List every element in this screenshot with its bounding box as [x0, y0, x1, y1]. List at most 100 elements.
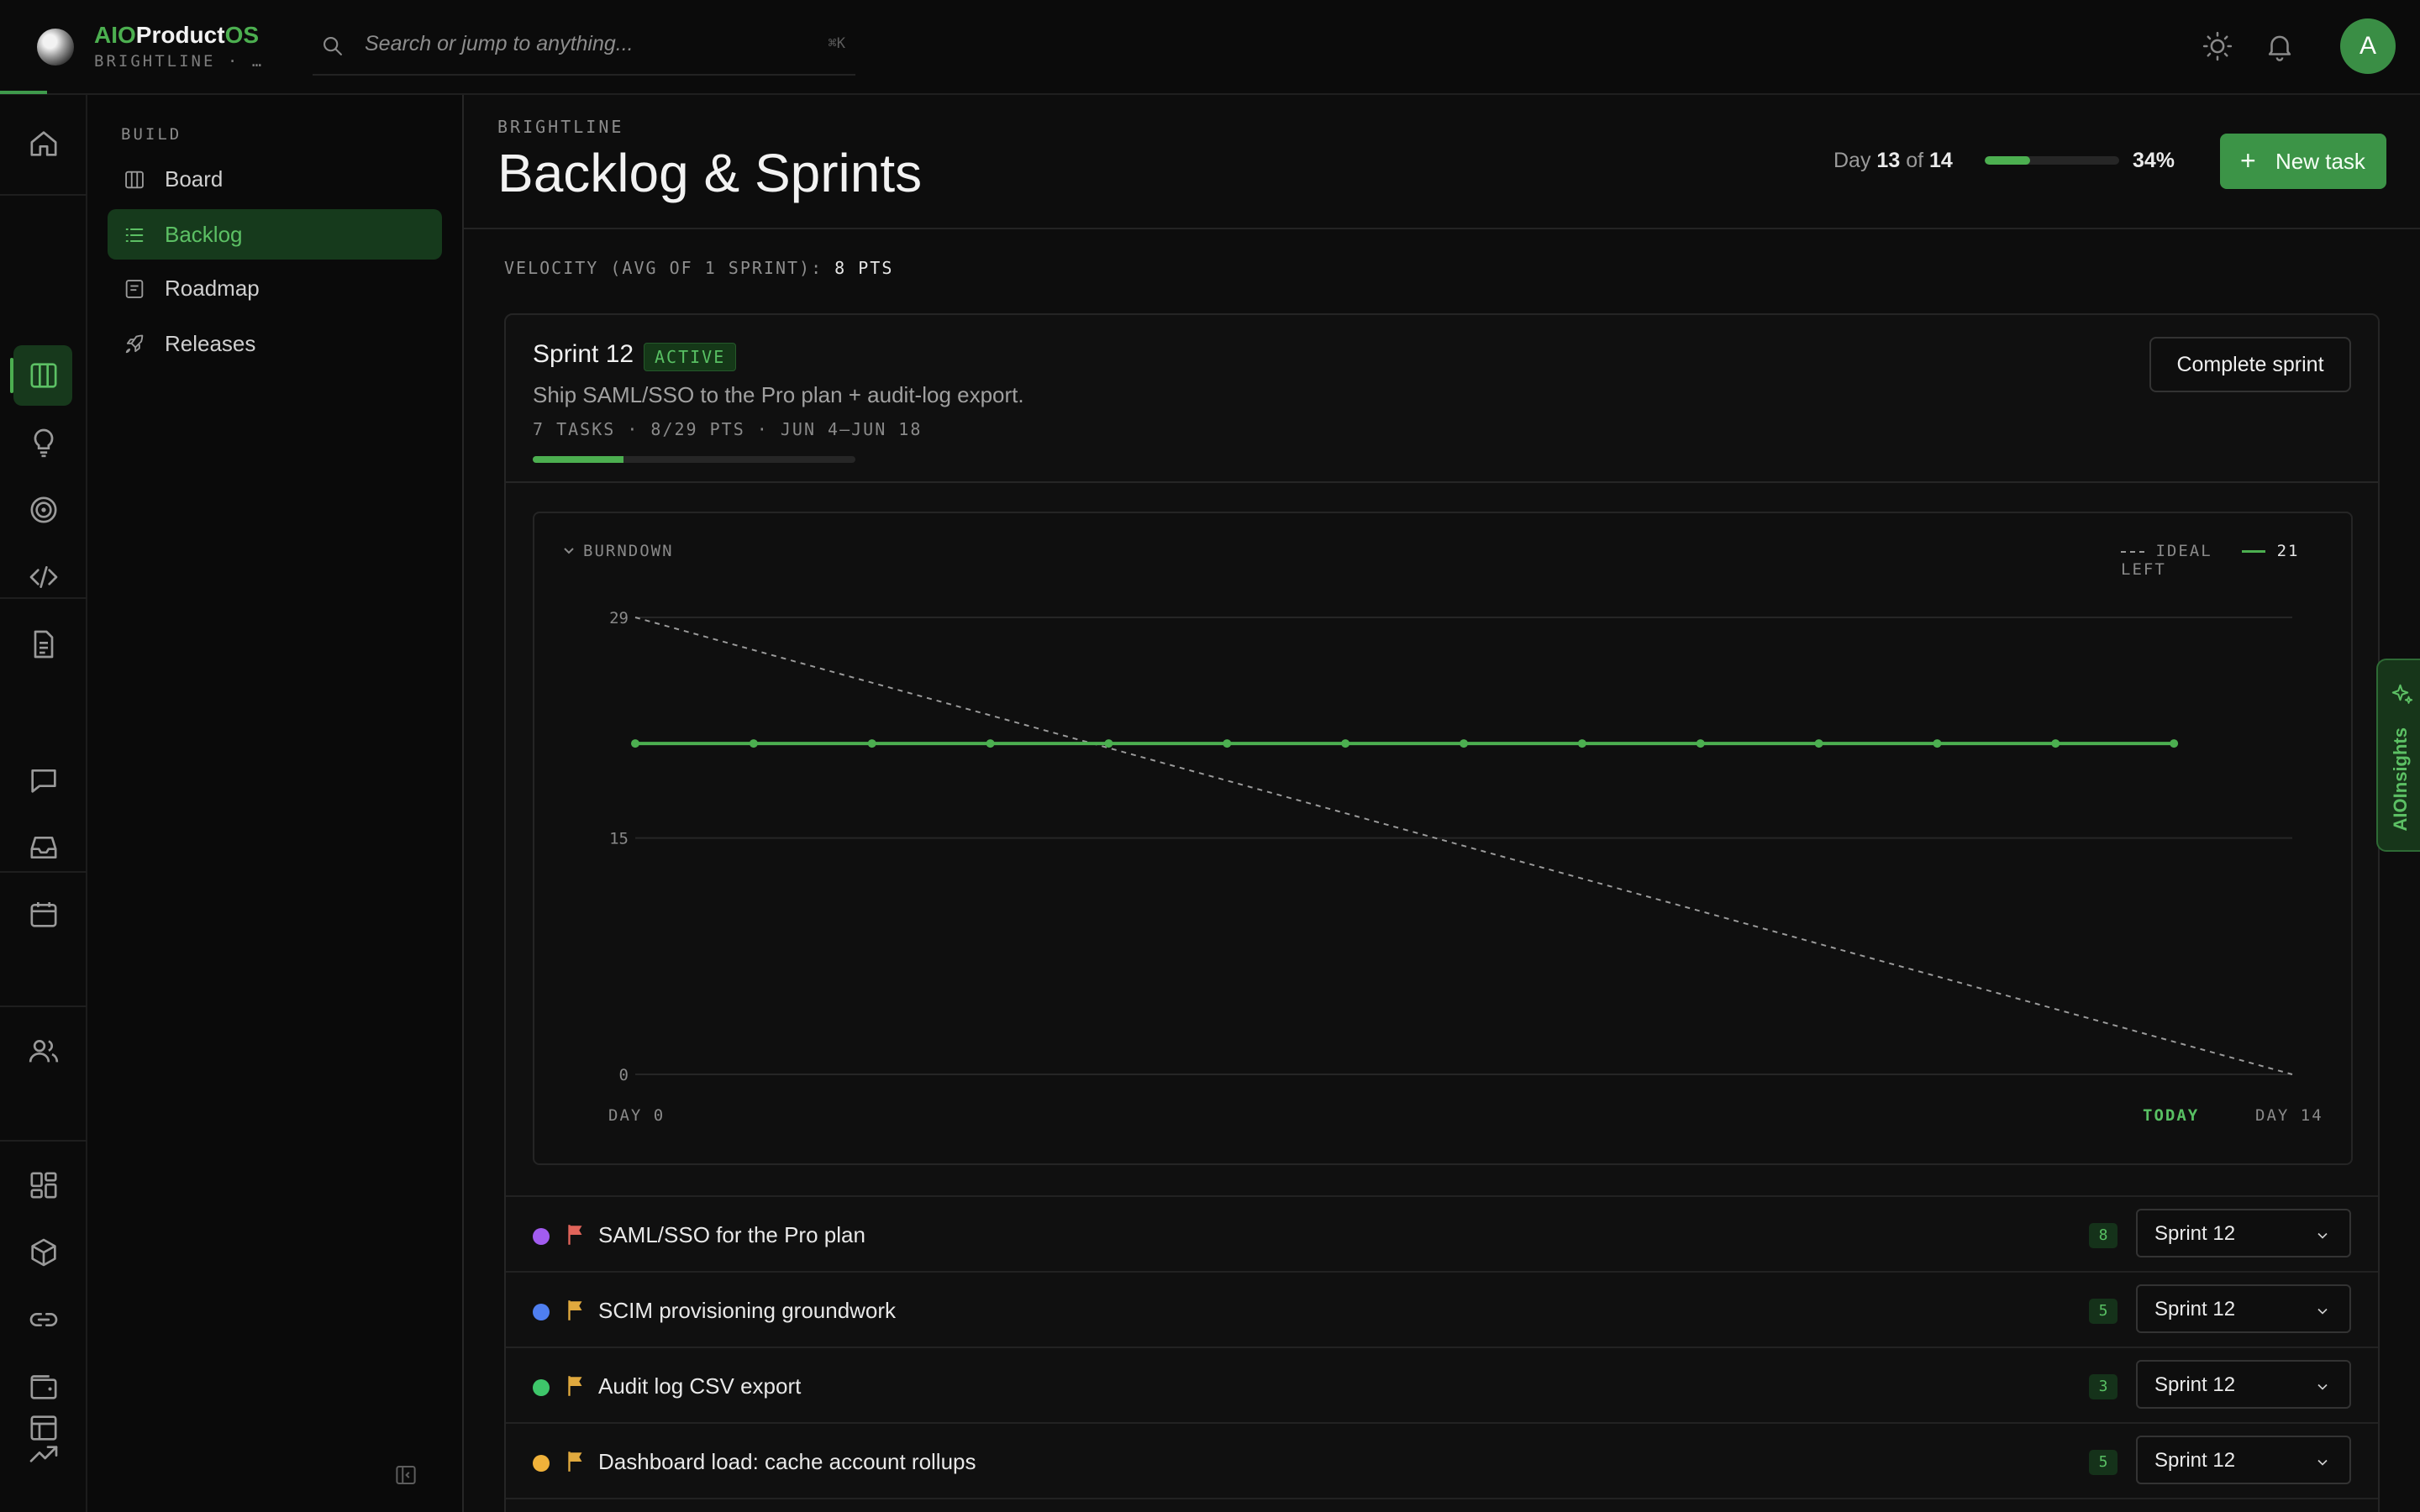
sidebar-item-label: Releases	[165, 331, 256, 356]
actual-point[interactable]	[1814, 739, 1823, 748]
sprint-select[interactable]: Sprint 12	[2136, 1209, 2351, 1257]
actual-point[interactable]	[1104, 739, 1113, 748]
sidebar-item-label: Roadmap	[165, 276, 260, 301]
actual-point[interactable]	[2170, 739, 2179, 748]
actual-point[interactable]	[1933, 739, 1942, 748]
burndown-legend: IDEAL 21 LEFT	[2121, 542, 2351, 579]
legend-ideal-label: IDEAL	[2155, 542, 2212, 560]
user-avatar[interactable]: A	[2340, 18, 2396, 74]
priority-flag-icon[interactable]	[565, 1449, 587, 1474]
priority-flag-icon[interactable]	[565, 1222, 587, 1247]
collapse-sidebar-icon[interactable]	[393, 1462, 418, 1488]
sprint-select-value: Sprint 12	[2154, 1449, 2236, 1472]
theme-toggle-icon[interactable]	[2202, 30, 2233, 62]
task-type-dot	[533, 1455, 550, 1472]
legend-actual-label: LEFT	[2121, 560, 2166, 579]
actual-point[interactable]	[986, 739, 995, 748]
link-icon[interactable]	[27, 1303, 60, 1336]
page-title: Backlog & Sprints	[497, 143, 923, 203]
org-switcher[interactable]: BRIGHTLINE · BRIGHTLINE	[94, 52, 271, 71]
complete-sprint-button[interactable]: Complete sprint	[2149, 337, 2351, 392]
sidebar-item-roadmap[interactable]: Roadmap	[108, 263, 442, 313]
app-name-prefix: AIO	[94, 22, 136, 48]
home-icon[interactable]	[27, 127, 60, 160]
legend-actual-swatch	[2242, 550, 2266, 553]
priority-flag-icon[interactable]	[565, 1373, 587, 1399]
task-row[interactable]: Dashboard load: cache account rollups 5 …	[506, 1422, 2378, 1498]
actual-point[interactable]	[1223, 739, 1232, 748]
code-icon[interactable]	[27, 560, 60, 594]
chevron-down-icon	[2317, 1232, 2328, 1239]
sprint-name[interactable]: Sprint 12	[533, 340, 634, 369]
sprint-time-progress	[1985, 156, 2119, 165]
task-type-dot	[533, 1379, 550, 1396]
sidebar-item-backlog[interactable]: Backlog	[108, 209, 442, 260]
sprint-points-progress-fill	[533, 456, 623, 463]
actual-point[interactable]	[2051, 739, 2060, 748]
inbox-icon[interactable]	[27, 831, 60, 864]
sidebar-item-releases[interactable]: Releases	[108, 318, 442, 369]
dashboard-icon[interactable]	[27, 1168, 60, 1202]
chevron-down-icon	[2317, 1459, 2328, 1466]
actual-point[interactable]	[1341, 739, 1350, 748]
sidebar-item-label: Board	[165, 166, 224, 192]
story-points-badge: 3	[2089, 1374, 2118, 1399]
calendar-icon[interactable]	[27, 898, 60, 932]
priority-flag-icon[interactable]	[565, 1298, 587, 1323]
task-row[interactable]: Audit log CSV export 3 Sprint 12	[506, 1347, 2378, 1422]
actual-point[interactable]	[631, 739, 639, 748]
burndown-chart: 0 15 29 BURNDOWN IDEAL 21 LEFT DAY 0 TODAY…	[533, 512, 2353, 1165]
app-logo[interactable]	[37, 29, 74, 66]
sprint-select[interactable]: Sprint 12	[2136, 1360, 2351, 1409]
task-title[interactable]: SAML/SSO for the Pro plan	[598, 1222, 865, 1248]
document-icon[interactable]	[27, 627, 60, 661]
task-row[interactable]: SAML/SSO for the Pro plan 8 Sprint 12	[506, 1195, 2378, 1271]
y-tick-label: 0	[619, 1066, 629, 1084]
sprint-select[interactable]: Sprint 12	[2136, 1284, 2351, 1333]
task-title[interactable]: Dashboard load: cache account rollups	[598, 1449, 976, 1475]
cube-icon[interactable]	[27, 1236, 60, 1269]
actual-point[interactable]	[867, 739, 876, 748]
y-tick-label: 15	[609, 830, 629, 848]
users-icon[interactable]	[27, 1034, 60, 1068]
build-board-icon[interactable]	[27, 359, 60, 392]
sidebar: BUILD Board Backlog Roadmap Releases	[87, 95, 464, 1512]
task-title[interactable]: SCIM provisioning groundwork	[598, 1298, 896, 1324]
target-icon[interactable]	[27, 493, 60, 527]
burndown-toggle[interactable]: BURNDOWN	[583, 542, 674, 560]
chat-icon[interactable]	[27, 764, 60, 797]
task-title[interactable]: Audit log CSV export	[598, 1373, 801, 1399]
story-points-badge: 5	[2089, 1299, 2118, 1324]
rocket-icon	[125, 334, 144, 354]
new-task-label: New task	[2275, 149, 2365, 174]
sprint-goal: Ship SAML/SSO to the Pro plan + audit-lo…	[533, 382, 1024, 407]
actual-point[interactable]	[1577, 739, 1586, 748]
wallet-icon[interactable]	[27, 1370, 60, 1404]
legend-ideal-swatch	[2121, 550, 2144, 553]
sidebar-item-board[interactable]: Board	[108, 154, 442, 204]
table-icon[interactable]	[27, 1411, 60, 1445]
actual-point[interactable]	[1696, 739, 1705, 748]
velocity-value: 8 PTS	[834, 258, 894, 278]
task-row[interactable]	[506, 1498, 2378, 1512]
actual-point[interactable]	[749, 739, 758, 748]
sprint-select[interactable]: Sprint 12	[2136, 1436, 2351, 1484]
new-task-button[interactable]: + New task	[2220, 134, 2386, 189]
task-type-dot	[533, 1304, 550, 1320]
task-row[interactable]: SCIM provisioning groundwork 5 Sprint 12	[506, 1271, 2378, 1347]
velocity-summary: VELOCITY (AVG OF 1 SPRINT): 8 PTS	[504, 258, 893, 278]
lightbulb-icon[interactable]	[27, 426, 60, 459]
breadcrumb[interactable]: BRIGHTLINE	[497, 117, 623, 137]
plus-icon: +	[2240, 145, 2256, 176]
actual-point[interactable]	[1460, 739, 1468, 748]
bell-icon[interactable]	[2264, 30, 2296, 62]
board-icon	[125, 171, 144, 189]
roadmap-icon	[125, 280, 144, 298]
chevron-down-icon[interactable]	[564, 548, 574, 554]
page-header: BRIGHTLINE Backlog & Sprints Day 13 of 1…	[464, 95, 2420, 229]
ai-insights-tab[interactable]: AIOInsights	[2376, 659, 2420, 852]
search-bar[interactable]: Search or jump to anything... ⌘K	[313, 22, 855, 76]
top-bar: AIOProductOS BRIGHTLINE · BRIGHTLINE Sea…	[0, 0, 2420, 95]
sprint-day-indicator: Day 13 of 14	[1833, 149, 1953, 172]
sprint-points-progress	[533, 456, 855, 463]
